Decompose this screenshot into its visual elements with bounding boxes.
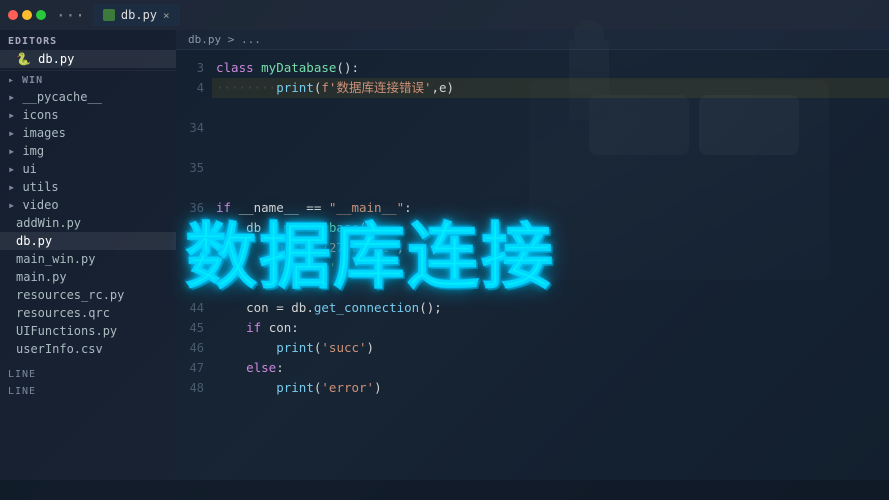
code-line-47: else: — [212, 358, 889, 378]
sidebar-line-2: LINE — [0, 383, 176, 400]
sidebar-folder-pycache[interactable]: __pycache__ — [0, 88, 176, 106]
code-line-45: if con: — [212, 318, 889, 338]
status-bar — [0, 480, 889, 500]
tab-label: db.py — [121, 8, 157, 22]
code-line-empty-1 — [212, 98, 889, 118]
sidebar-file-uifunctions[interactable]: UIFunctions.py — [0, 322, 176, 340]
sidebar-file-resources-qrc[interactable]: resources.qrc — [0, 304, 176, 322]
sidebar-line-1: LINE — [0, 366, 176, 383]
code-line-3: class myDatabase(): — [212, 58, 889, 78]
breadcrumb-path: db.py > ... — [188, 33, 261, 46]
sidebar-folder-images[interactable]: images — [0, 124, 176, 142]
code-line-34 — [212, 118, 889, 138]
maximize-button[interactable] — [36, 10, 46, 20]
close-button[interactable] — [8, 10, 18, 20]
win-section-title[interactable]: ▸ WIN — [0, 70, 176, 88]
sidebar-file-db[interactable]: db.py — [0, 232, 176, 250]
sidebar-file-main[interactable]: main.py — [0, 268, 176, 286]
sidebar-file-label: 🐍 db.py — [16, 52, 74, 66]
sidebar-folder-icons[interactable]: icons — [0, 106, 176, 124]
python-file-icon — [103, 9, 115, 21]
sidebar-file-userinfo[interactable]: userInfo.csv — [0, 340, 176, 358]
sidebar-folder-utils[interactable]: utils — [0, 178, 176, 196]
sidebar-folder-video[interactable]: video — [0, 196, 176, 214]
sidebar-file-main-win[interactable]: main_win.py — [0, 250, 176, 268]
minimize-button[interactable] — [22, 10, 32, 20]
editor-tab-db-py[interactable]: db.py × — [93, 4, 180, 26]
window-controls — [8, 10, 46, 20]
title-bar: ··· db.py × — [0, 0, 889, 30]
code-line-46: print('succ') — [212, 338, 889, 358]
sidebar-bottom: LINE LINE — [0, 366, 176, 400]
editors-section-title: EDITORS — [0, 30, 176, 50]
sidebar-folder-img[interactable]: img — [0, 142, 176, 160]
sidebar: EDITORS 🐍 db.py ▸ WIN __pycache__ icons … — [0, 30, 176, 480]
tab-close-button[interactable]: × — [163, 9, 170, 22]
breadcrumb-bar: db.py > ... — [176, 30, 889, 50]
menu-ellipsis[interactable]: ··· — [52, 6, 89, 25]
sidebar-item-db-py[interactable]: 🐍 db.py — [0, 50, 176, 68]
overlay-title: 数据库连接 — [185, 198, 555, 303]
code-line-empty-2 — [212, 138, 889, 158]
sidebar-file-resources-rc[interactable]: resources_rc.py — [0, 286, 176, 304]
win-label: ▸ WIN — [8, 75, 43, 86]
code-line-35 — [212, 158, 889, 178]
code-line-4: ········print(f'数据库连接错误',e) — [212, 78, 889, 98]
code-line-empty-3 — [212, 178, 889, 198]
title-bar-left: ··· — [8, 6, 89, 25]
code-line-48: print('error') — [212, 378, 889, 398]
sidebar-file-addwin[interactable]: addWin.py — [0, 214, 176, 232]
sidebar-folder-ui[interactable]: ui — [0, 160, 176, 178]
